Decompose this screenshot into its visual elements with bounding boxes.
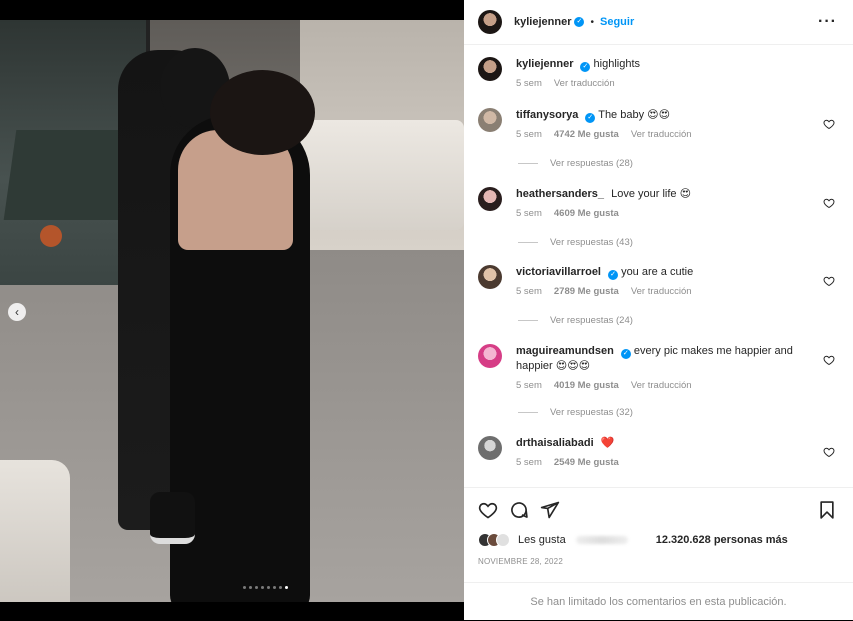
comments-list[interactable]: kyliejenner ✓ highlights 5 sem Ver traduc… [464, 46, 853, 487]
avatar[interactable] [478, 344, 502, 368]
comment-item: victoriavillarroel ✓ you are a cutie 5 se… [478, 265, 839, 297]
view-replies-button[interactable]: Ver respuestas (32) [518, 407, 633, 418]
carousel-dot [284, 586, 288, 589]
comment-text: you are a cutie [621, 266, 694, 278]
post-modal: ‹ kyliejenner ✓ • Seguir ··· kyliejenner… [0, 0, 853, 620]
blurred-username [575, 536, 628, 544]
post-header: kyliejenner ✓ • Seguir ··· [464, 0, 853, 45]
comment-heart-icon[interactable] [823, 446, 835, 458]
caption: kyliejenner ✓ highlights 5 sem Ver traduc… [478, 57, 839, 89]
comment-time: 5 sem [516, 129, 542, 140]
more-icon[interactable]: ··· [818, 13, 837, 31]
comment-time: 5 sem [516, 286, 542, 297]
translate-link[interactable]: Ver traducción [631, 129, 692, 140]
carousel-dot [248, 586, 252, 589]
verified-icon: ✓ [620, 349, 631, 359]
comment-username[interactable]: maguireamundsen [516, 345, 614, 357]
carousel-dot [272, 586, 276, 589]
comment-username[interactable]: victoriavillarroel [516, 266, 601, 278]
carousel-dot [254, 586, 258, 589]
verified-icon: ✓ [585, 113, 596, 123]
caption-text: highlights [593, 58, 641, 70]
avatar[interactable] [478, 57, 502, 81]
carousel-indicator [0, 586, 464, 589]
post-date: NOVIEMBRE 28, 2022 [478, 557, 563, 566]
header-username[interactable]: kyliejenner [514, 16, 571, 28]
comment-heart-icon[interactable] [823, 275, 835, 287]
previous-slide-button[interactable]: ‹ [8, 303, 26, 321]
comment-time: 5 sem [516, 457, 542, 468]
follow-button[interactable]: Seguir [600, 16, 634, 28]
comment-likes[interactable]: 2789 Me gusta [554, 286, 619, 297]
comment-text: Love your life 😍 [611, 188, 692, 200]
avatar[interactable] [478, 108, 502, 132]
post-side-panel: kyliejenner ✓ • Seguir ··· kyliejenner ✓ … [464, 0, 853, 620]
post-media: ‹ [0, 0, 464, 620]
comments-limited-notice: Se han limitado los comentarios en esta … [464, 582, 853, 621]
carousel-dot [242, 586, 246, 589]
view-replies-button[interactable]: Ver respuestas (43) [518, 237, 633, 248]
verified-icon: ✓ [580, 62, 591, 72]
avatar[interactable] [478, 436, 502, 460]
post-actions: Les gusta 12.320.628 personas más NOVIEM… [464, 487, 853, 620]
heart-icon[interactable] [478, 500, 498, 520]
comment-text: The baby 😍😍 [598, 109, 671, 121]
comment-likes[interactable]: 4609 Me gusta [554, 208, 619, 219]
caption-username[interactable]: kyliejenner [516, 58, 573, 70]
view-replies-button[interactable]: Ver respuestas (24) [518, 315, 633, 326]
verified-icon: ✓ [608, 270, 618, 280]
comment-item: tiffanysorya ✓ The baby 😍😍 5 sem 4742 Me … [478, 108, 839, 140]
chevron-left-icon: ‹ [15, 305, 19, 319]
comment-username[interactable]: drthaisaliabadi [516, 437, 594, 449]
liked-by-label: Les gusta [518, 534, 566, 546]
carousel-dot [266, 586, 270, 589]
comment-likes[interactable]: 4019 Me gusta [554, 380, 619, 391]
separator: • [590, 16, 594, 28]
comment-heart-icon[interactable] [823, 197, 835, 209]
avatar[interactable] [478, 265, 502, 289]
translate-link[interactable]: Ver traducción [631, 380, 692, 391]
comment-heart-icon[interactable] [823, 354, 835, 366]
likes-summary[interactable]: Les gusta 12.320.628 personas más [478, 533, 788, 547]
translate-link[interactable]: Ver traducción [631, 286, 692, 297]
comment-likes[interactable]: 2549 Me gusta [554, 457, 619, 468]
comment-icon[interactable] [509, 500, 529, 520]
translate-link[interactable]: Ver traducción [554, 78, 615, 89]
share-icon[interactable] [540, 500, 560, 520]
comment-item: drthaisaliabadi ❤️ 5 sem 2549 Me gusta [478, 436, 839, 468]
comment-time: 5 sem [516, 380, 542, 391]
avatar[interactable] [478, 187, 502, 211]
avatar[interactable] [478, 10, 502, 34]
comment-likes[interactable]: 4742 Me gusta [554, 129, 619, 140]
comment-item: maguireamundsen ✓ every pic makes me happ… [478, 344, 839, 391]
likes-count[interactable]: 12.320.628 personas más [656, 534, 788, 546]
view-replies-button[interactable]: Ver respuestas (28) [518, 158, 633, 169]
comment-time: 5 sem [516, 208, 542, 219]
comment-text: ❤️ [600, 437, 615, 449]
comment-username[interactable]: heathersanders_ [516, 188, 604, 200]
verified-icon: ✓ [574, 17, 585, 27]
comment-item: heathersanders_ Love your life 😍 5 sem 4… [478, 187, 839, 219]
post-photo[interactable] [0, 20, 464, 602]
bookmark-icon[interactable] [817, 500, 837, 520]
avatar [496, 533, 510, 547]
carousel-dot [278, 586, 282, 589]
comment-username[interactable]: tiffanysorya [516, 109, 578, 121]
caption-time: 5 sem [516, 78, 542, 89]
carousel-dot [260, 586, 264, 589]
comment-heart-icon[interactable] [823, 118, 835, 130]
